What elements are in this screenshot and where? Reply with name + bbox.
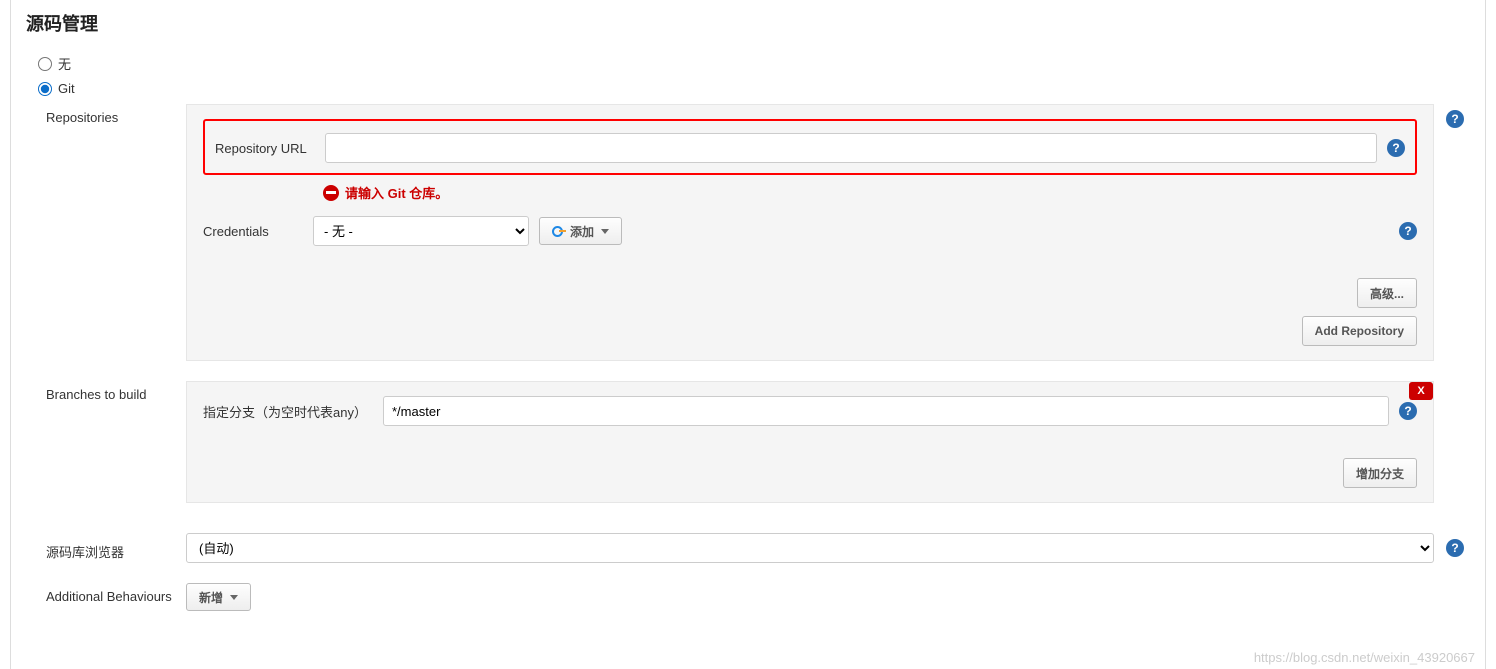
help-icon[interactable]: ? [1387,139,1405,157]
section-title: 源码管理 [26,10,1470,36]
additional-add-button[interactable]: 新增 [186,583,251,611]
help-icon[interactable]: ? [1399,402,1417,420]
branches-label: Branches to build [46,381,186,402]
watermark-text: https://blog.csdn.net/weixin_43920667 [1254,650,1475,665]
branch-spec-label: 指定分支（为空时代表any） [203,402,373,421]
scm-option-none[interactable]: 无 [38,54,1470,73]
credentials-select[interactable]: - 无 - [313,216,529,246]
delete-branch-button[interactable]: X [1409,382,1433,400]
help-icon[interactable]: ? [1446,539,1464,557]
branch-spec-input[interactable] [383,396,1389,426]
help-icon[interactable]: ? [1446,110,1464,128]
radio-git[interactable] [38,82,52,96]
repo-url-highlight: Repository URL ? [203,119,1417,175]
branches-panel: X 指定分支（为空时代表any） ? 增加分支 [186,381,1434,503]
browser-select[interactable]: (自动) [186,533,1434,563]
radio-none[interactable] [38,57,52,71]
add-branch-button[interactable]: 增加分支 [1343,458,1417,488]
browser-label: 源码库浏览器 [46,536,186,561]
radio-git-label: Git [58,81,75,96]
add-repository-button[interactable]: Add Repository [1302,316,1417,346]
credentials-add-button[interactable]: 添加 [539,217,622,245]
additional-add-label: 新增 [199,589,223,606]
add-button-label: 添加 [570,223,594,240]
radio-none-label: 无 [58,54,71,73]
help-icon[interactable]: ? [1399,222,1417,240]
advanced-button[interactable]: 高级... [1357,278,1417,308]
error-text: 请输入 Git 仓库。 [345,183,448,202]
repositories-label: Repositories [46,104,186,125]
repo-url-input[interactable] [325,133,1377,163]
repositories-panel: Repository URL ? 请输入 Git 仓库。 Credentials… [186,104,1434,361]
credentials-label: Credentials [203,224,303,239]
repo-url-error: 请输入 Git 仓库。 [323,183,1417,202]
key-icon [552,224,566,238]
error-icon [323,185,339,201]
repo-url-label: Repository URL [215,141,315,156]
scm-option-git[interactable]: Git [38,81,1470,96]
additional-label: Additional Behaviours [46,583,186,604]
